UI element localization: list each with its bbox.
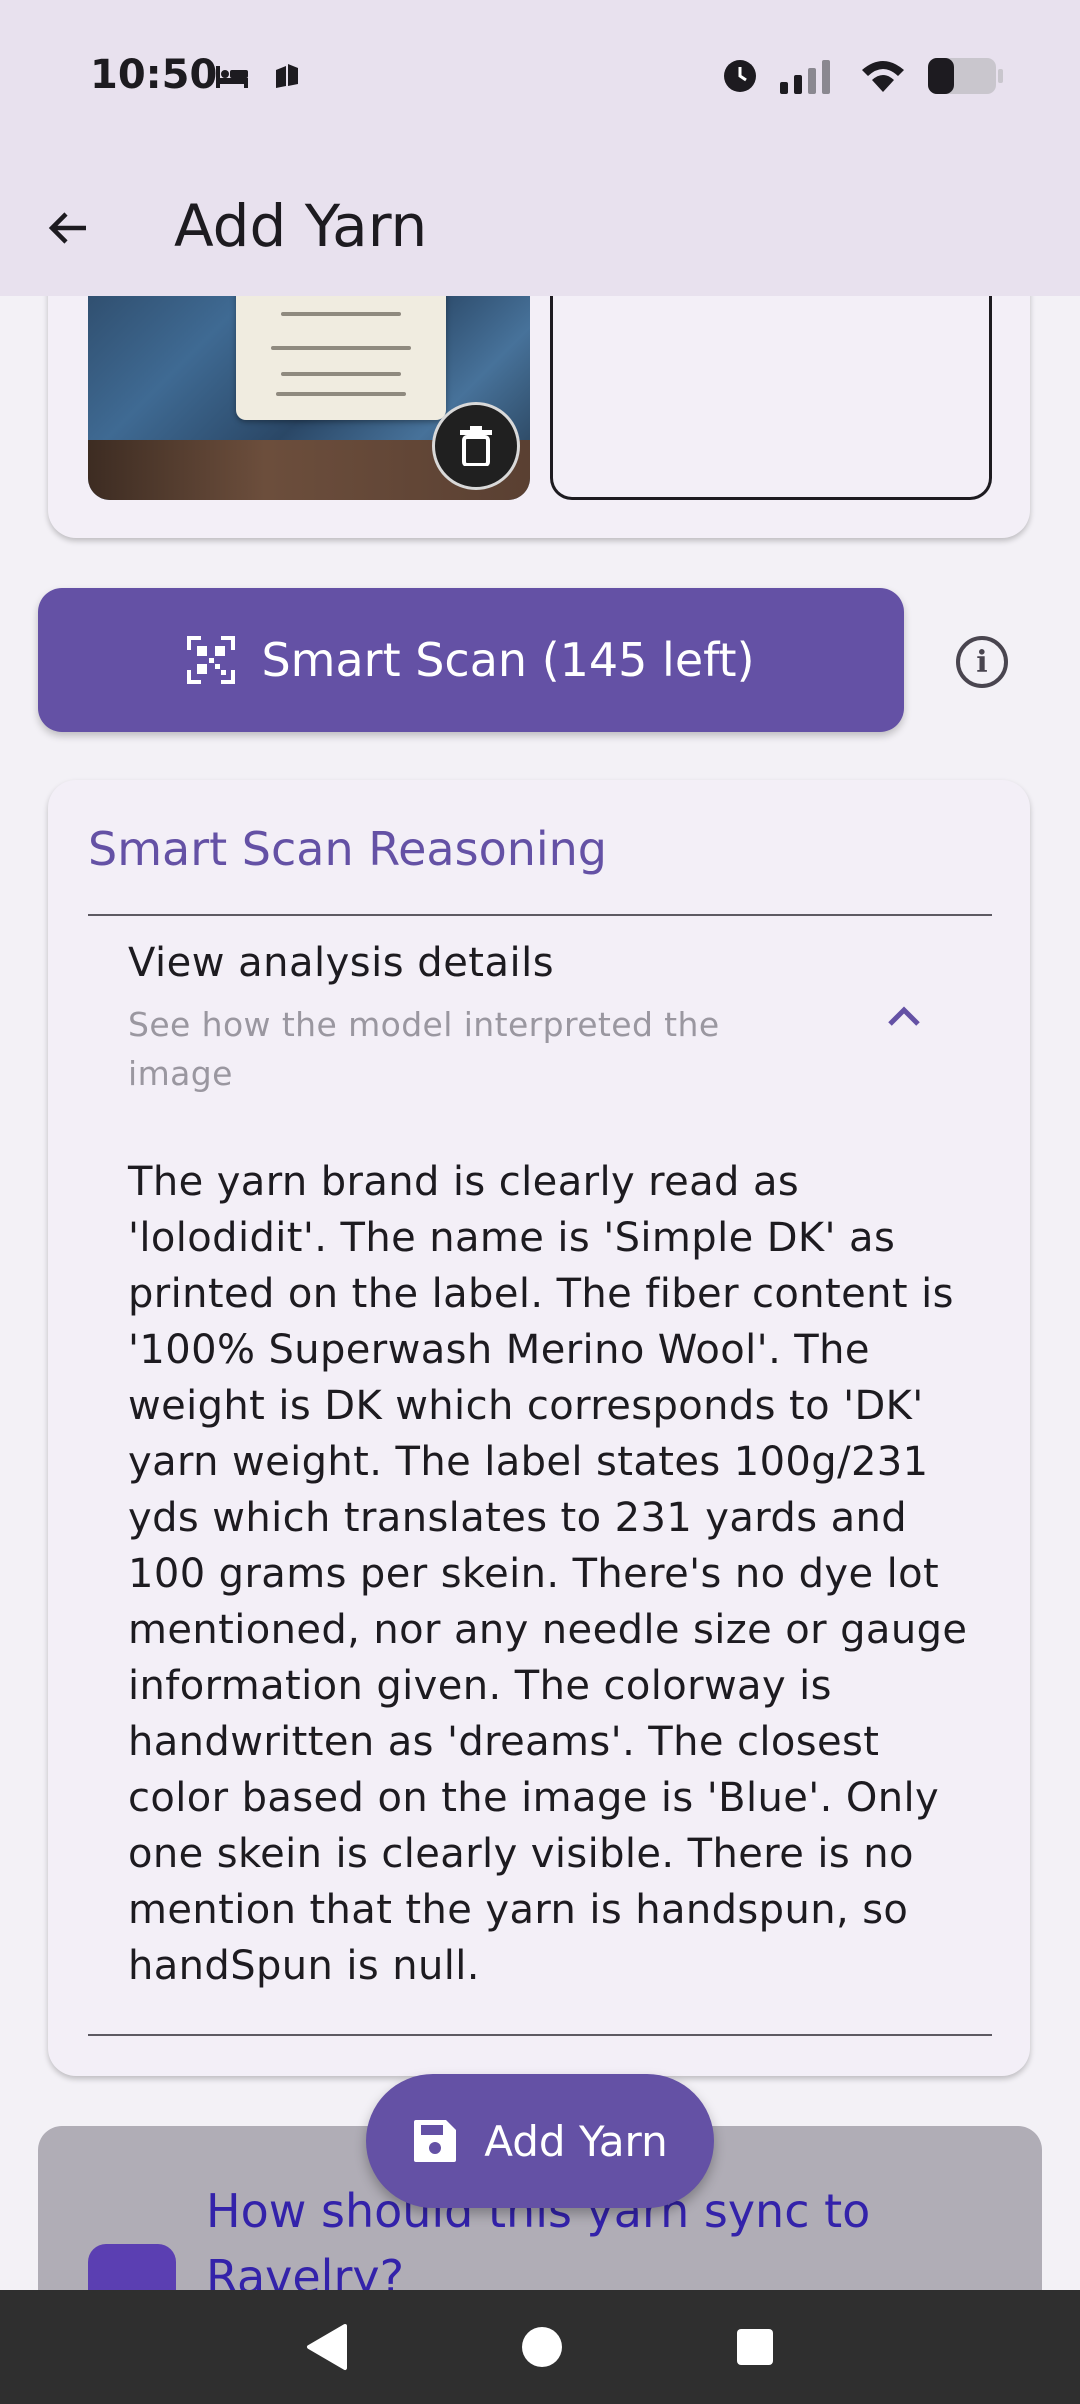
alarm-icon (724, 60, 756, 92)
info-icon[interactable]: i (956, 636, 1008, 688)
chevron-up-icon[interactable] (884, 1000, 924, 1030)
nav-home-icon[interactable] (520, 2325, 564, 2369)
wifi-icon (862, 61, 904, 92)
battery-icon (928, 58, 1003, 94)
save-icon (414, 2120, 457, 2162)
delete-photo-button[interactable] (432, 402, 520, 490)
reasoning-text: The yarn brand is clearly read as 'lolod… (128, 1159, 968, 1989)
trash-icon (460, 426, 492, 466)
status-time: 10:50 (90, 52, 218, 98)
add-yarn-label: Add Yarn (484, 2116, 668, 2166)
notification-icon (276, 64, 298, 88)
back-arrow-icon[interactable] (42, 202, 94, 254)
smart-scan-button[interactable]: Smart Scan (145 left) (38, 588, 904, 732)
qr-scan-icon (187, 636, 236, 684)
details-subtitle: See how the model interpreted the image (128, 1005, 720, 1093)
details-title[interactable]: View analysis details (128, 940, 554, 986)
add-yarn-button[interactable]: Add Yarn (366, 2074, 714, 2208)
nav-recents-icon[interactable] (735, 2327, 775, 2367)
system-nav-bar (0, 2290, 1080, 2404)
signal-icon (780, 60, 830, 94)
bed-icon (216, 66, 248, 88)
nav-back-icon[interactable] (305, 2322, 349, 2372)
divider (88, 914, 992, 916)
top-app-bar: 10:50 Add Yarn (0, 0, 1080, 296)
scroll-content: Smart Scan (145 left) i Smart Scan Reaso… (0, 0, 1080, 2404)
smart-scan-label: Smart Scan (145 left) (261, 633, 755, 687)
page-title: Add Yarn (174, 192, 428, 260)
reasoning-title: Smart Scan Reasoning (88, 822, 608, 876)
divider (88, 2034, 992, 2036)
